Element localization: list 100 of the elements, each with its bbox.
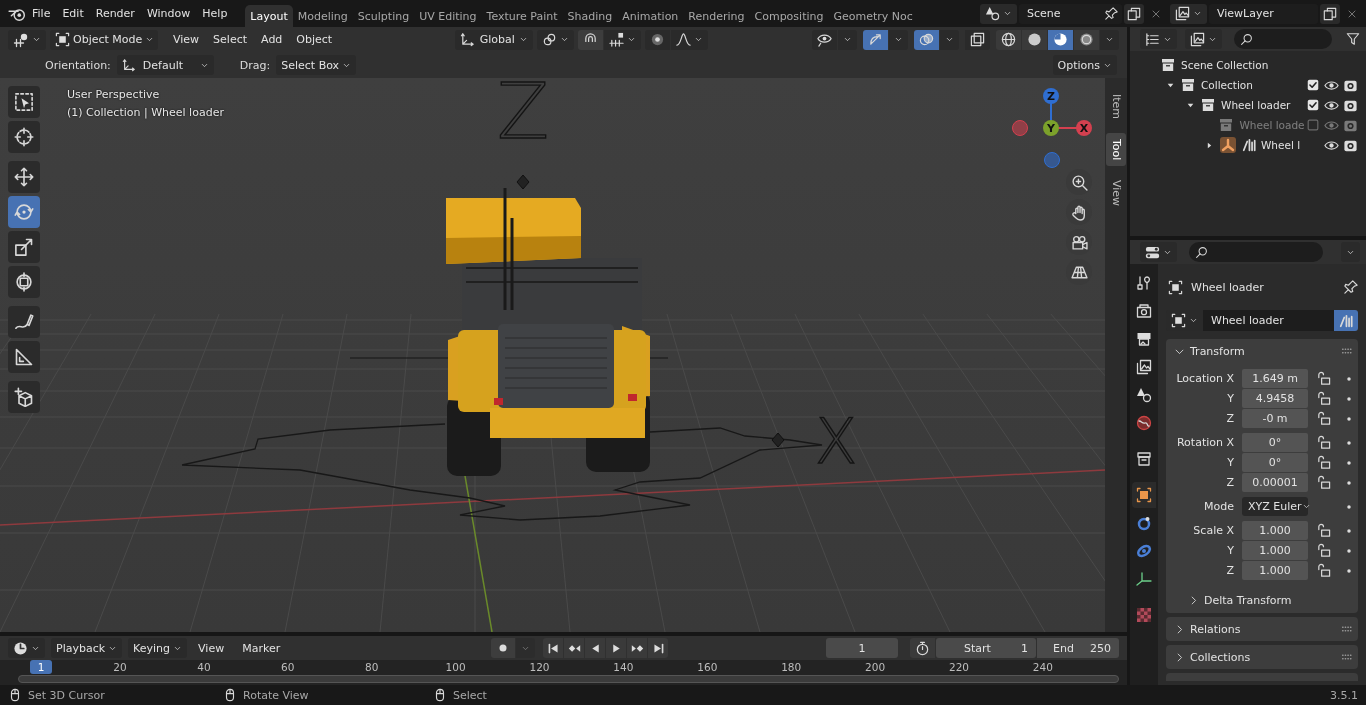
number-field[interactable]: 1.000	[1242, 561, 1308, 580]
filter-type-button[interactable]	[1185, 29, 1222, 49]
preview-range-button[interactable]	[910, 638, 935, 658]
workspace-tab[interactable]: Layout	[245, 5, 293, 27]
axis-handle[interactable]	[1012, 120, 1028, 136]
object-name-field[interactable]: Wheel loader	[1203, 310, 1334, 331]
start-frame-field[interactable]: Start 1	[936, 638, 1036, 658]
menu-item[interactable]: Window	[140, 3, 197, 24]
shading-button[interactable]	[1074, 29, 1099, 50]
xray-toggle[interactable]	[965, 29, 990, 50]
workspace-tab[interactable]: Texture Paint	[481, 5, 563, 27]
scene-field[interactable]: Scene	[1019, 3, 1122, 24]
scrollbar[interactable]	[18, 675, 1119, 683]
search-field[interactable]	[1189, 242, 1323, 262]
view-layer-field[interactable]: ViewLayer	[1209, 3, 1318, 24]
scene-type-button[interactable]	[980, 3, 1017, 24]
axis-handle[interactable]: Z	[1043, 88, 1059, 104]
menu-item[interactable]: Render	[89, 3, 141, 24]
record-button[interactable]	[491, 638, 516, 658]
object-tab[interactable]	[1132, 482, 1156, 508]
current-frame-field[interactable]: 1	[826, 638, 898, 658]
subpanel-title[interactable]: Delta Transform	[1204, 593, 1292, 607]
rotate-tool[interactable]	[8, 196, 40, 228]
scale-tool[interactable]	[8, 231, 40, 263]
display-mode-button[interactable]	[1140, 29, 1177, 49]
number-field[interactable]: 4.9458	[1242, 389, 1308, 408]
axis-handle[interactable]: X	[1076, 120, 1092, 136]
jump-start-button[interactable]	[543, 638, 564, 658]
sidebar-tab[interactable]: View	[1106, 174, 1126, 213]
lock-icon[interactable]	[1316, 435, 1331, 450]
panel-title[interactable]: Transform	[1190, 344, 1335, 358]
menu-item[interactable]: View	[166, 29, 207, 50]
next-keyframe-button[interactable]	[627, 638, 648, 658]
editor-type-button[interactable]	[1140, 242, 1177, 262]
lock-icon[interactable]	[1316, 455, 1331, 470]
tree-item[interactable]: Collection	[1201, 79, 1300, 91]
mode-dropdown[interactable]: XYZ Euler	[1242, 497, 1308, 516]
menu-item[interactable]: Help	[196, 3, 234, 24]
checkbox[interactable]	[1306, 77, 1320, 92]
snap-dropdown[interactable]	[604, 29, 642, 50]
lock-icon[interactable]	[1316, 371, 1331, 386]
menu-item[interactable]: View	[191, 638, 232, 658]
data-toggle-button[interactable]	[1334, 310, 1358, 331]
workspace-tab[interactable]: Shading	[562, 5, 618, 27]
number-field[interactable]: 0°	[1242, 433, 1308, 452]
cursor-tool[interactable]	[8, 121, 40, 153]
number-field[interactable]: 1.000	[1242, 521, 1308, 540]
menu-dropdown[interactable]: Keying	[128, 638, 188, 658]
workspace-tab[interactable]: Modeling	[292, 5, 353, 27]
measure-tool[interactable]	[8, 341, 40, 373]
workspace-tab[interactable]: Compositing	[749, 5, 829, 27]
orientation-dropdown[interactable]: Global	[455, 29, 534, 50]
playhead[interactable]: 1	[30, 660, 52, 674]
overlay-toggle[interactable]	[914, 29, 939, 50]
view-layer-type-button[interactable]	[1170, 3, 1207, 24]
pin-icon[interactable]	[1105, 7, 1118, 20]
axis-handle[interactable]: Y	[1043, 120, 1059, 136]
copy-button[interactable]	[1124, 3, 1144, 24]
workspace-tab[interactable]: Animation	[617, 5, 684, 27]
number-field[interactable]: 0.00001	[1242, 473, 1308, 492]
sidebar-tab[interactable]: Item	[1106, 88, 1126, 126]
copy-button[interactable]	[1320, 3, 1340, 24]
proportional-toggle[interactable]	[645, 29, 671, 50]
lock-icon[interactable]	[1316, 391, 1331, 406]
visibility-toggle[interactable]	[812, 29, 837, 50]
menu-item[interactable]: Add	[254, 29, 290, 50]
tree-item[interactable]: Wheel loade	[1239, 119, 1305, 131]
menu-item[interactable]: Edit	[56, 3, 90, 24]
number-field[interactable]: -0 m	[1242, 409, 1308, 428]
checkbox[interactable]	[1306, 97, 1320, 112]
jump-end-button[interactable]	[648, 638, 669, 658]
snap-toggle[interactable]	[578, 29, 604, 50]
menu-item[interactable]: Object	[289, 29, 340, 50]
editor-type-button[interactable]	[8, 638, 45, 658]
axis-handle[interactable]	[1044, 152, 1060, 168]
select-tool[interactable]	[8, 86, 40, 118]
tree-item[interactable]: Wheel l	[1260, 139, 1301, 151]
workspace-tab[interactable]: Geometry Noc	[828, 5, 918, 27]
menu-dropdown[interactable]: Playback	[51, 638, 123, 658]
play-reverse-button[interactable]	[585, 638, 606, 658]
pin-icon[interactable]	[1344, 280, 1358, 294]
tree-item[interactable]: Scene Collection	[1181, 59, 1358, 71]
shading-button[interactable]	[996, 29, 1021, 50]
shading-button[interactable]	[1022, 29, 1047, 50]
pivot-dropdown[interactable]	[537, 29, 575, 50]
falloff-dropdown[interactable]	[671, 29, 709, 50]
mode-dropdown[interactable]: Object Mode	[50, 29, 158, 50]
menu-item[interactable]: Marker	[235, 638, 288, 658]
drag-dropdown[interactable]: Select Box	[276, 55, 357, 75]
number-field[interactable]: 1.000	[1242, 541, 1308, 560]
tree-item[interactable]: Wheel loader	[1221, 99, 1300, 111]
number-field[interactable]: 0°	[1242, 453, 1308, 472]
lock-icon[interactable]	[1316, 543, 1331, 558]
annotate-tool[interactable]	[8, 306, 40, 338]
transform-tool[interactable]	[8, 266, 40, 298]
lock-icon[interactable]	[1316, 523, 1331, 538]
end-frame-field[interactable]: End 250	[1037, 638, 1119, 658]
shading-button[interactable]	[1048, 29, 1073, 50]
workspace-tab[interactable]: Rendering	[683, 5, 750, 27]
menu-item[interactable]: File	[26, 3, 57, 24]
